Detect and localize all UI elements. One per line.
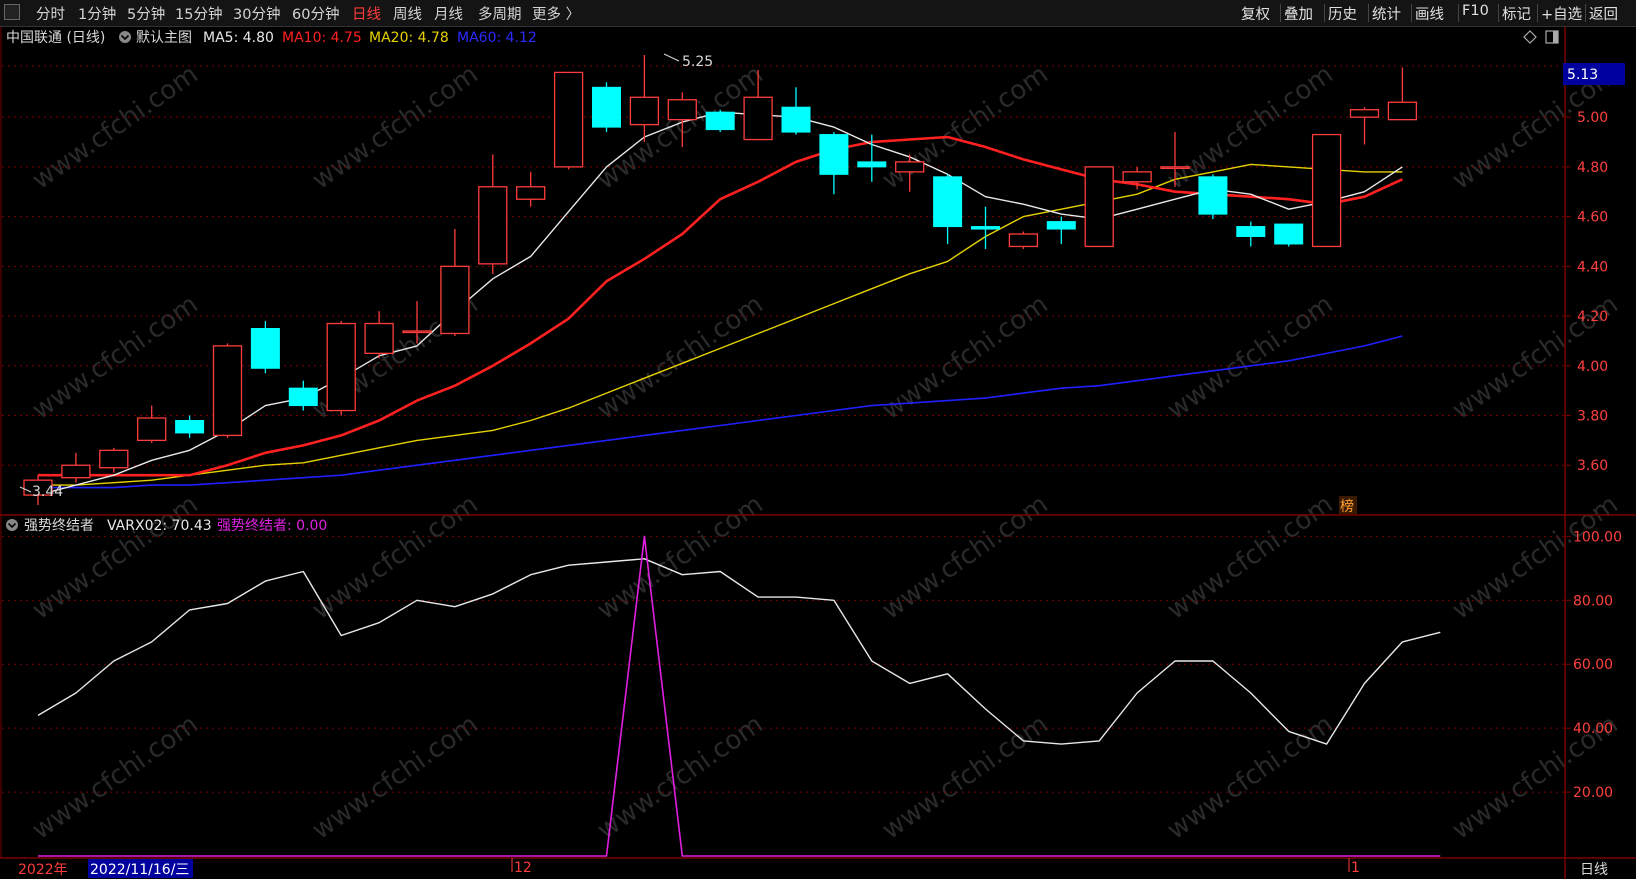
price-tick-label: 4.20 [1577,309,1608,325]
diamond-icon[interactable] [1523,30,1537,44]
watermark-text: www.cfchi.com [1162,289,1339,425]
candlestick-series [23,55,1418,506]
watermark-text: www.cfchi.com [592,709,769,845]
watermark-text: www.cfchi.com [592,289,769,425]
candle-body-up [667,99,697,121]
candle-body-up [61,464,91,479]
candle-body-down [288,387,318,407]
ma5-legend: MA5: 4.80 [203,30,274,46]
candle-body-up [553,71,584,168]
candle-body-up [478,186,508,265]
high-price-pointer [663,53,680,62]
varx02-legend: VARX02: 70.43 [107,518,212,534]
price-tick-label: 3.60 [1577,458,1608,474]
candle-body-down [705,111,735,131]
candle-body-down [971,226,1000,230]
candle-body-down [781,106,811,133]
candle-body-up [1160,166,1190,170]
candle-body-down [857,161,887,168]
time-axis-year: 2022年 [18,862,68,878]
indicator-toggle-icon[interactable] [6,519,18,531]
ma10-legend: MA10: 4.75 [282,30,362,46]
high-price-label: 5.25 [682,54,713,70]
template-toggle-icon[interactable] [119,31,131,43]
ma60-legend: MA60: 4.12 [457,30,537,46]
watermark-text: www.cfchi.com [27,59,204,195]
candle-body-down [1198,176,1228,215]
period-label[interactable]: 日线 [1580,862,1608,878]
candle-body-up [99,449,129,469]
signal-legend: 强势终结者: 0.00 [217,518,327,534]
watermark-text: www.cfchi.com [307,59,484,195]
candle-body-down [250,327,280,369]
candle-body-up [1349,109,1380,118]
watermark-text: www.cfchi.com [592,489,769,625]
candle-body-down [933,176,963,228]
candle-body-up [1387,101,1418,121]
candle-body-up [137,417,167,442]
rank-marker-label: 榜 [1340,498,1354,515]
main-legend: 中国联通 (日线) [6,30,105,46]
candle-body-down [1274,223,1304,245]
watermark-text: www.cfchi.com [27,289,204,425]
watermark-text: www.cfchi.com [877,289,1054,425]
candle-body-up [212,345,243,437]
candle-body-up [516,186,546,200]
watermark-text: www.cfchi.com [1162,709,1339,845]
candle-body-up [629,96,660,126]
candle-body-up [326,322,356,412]
candle-body-up [1008,233,1039,248]
indicator-tick-label: 80.00 [1573,593,1613,609]
candle-body-up [440,265,470,335]
panel-toggle-icon-fill [1553,31,1558,43]
candle-body-up [364,322,394,355]
candle-body-up [1084,166,1114,248]
indicator-name[interactable]: 强势终结者 [24,518,94,534]
candle-body-up [1311,133,1342,248]
candle-body-down [1046,221,1076,230]
watermark-text: www.cfchi.com [27,489,204,625]
low-price-label: 3.44 [32,484,63,500]
watermark-text: www.cfchi.com [1162,489,1339,625]
indicator-tick-label: 20.00 [1573,785,1613,801]
price-tick-label: 4.80 [1577,160,1608,176]
ma10-line [38,135,1403,477]
indicator-tick-label: 60.00 [1573,657,1613,673]
indicator-tick-label: 40.00 [1573,721,1613,737]
watermark-text: www.cfchi.com [27,709,204,845]
candle-body-up [402,330,432,334]
price-tick-label: 4.40 [1577,259,1608,275]
watermark-text: www.cfchi.com [877,59,1054,195]
cursor-date: 2022/11/16/三 [90,862,189,878]
kline-chart: www.cfchi.com www.cfchi.com www.cfchi.com w… [0,27,1636,879]
candle-body-up [895,161,925,173]
watermark-text: www.cfchi.com [877,489,1054,625]
candle-body-down [1236,226,1266,238]
time-axis-jan: 1 [1351,860,1360,876]
candle-body-up [743,96,773,141]
ma20-legend: MA20: 4.78 [369,30,449,46]
candle-body-up [1122,171,1152,183]
candle-body-down [819,134,849,175]
price-tick-label: 4.60 [1577,210,1608,226]
watermark-text: www.cfchi.com [877,709,1054,845]
current-price-value: 5.13 [1567,67,1598,83]
candle-body-down [175,419,205,434]
stock-title: 中国联通 (日线) [6,30,105,46]
template-name[interactable]: 默认主图 [136,30,192,46]
price-tick-label: 4.00 [1577,359,1608,375]
watermark-text: www.cfchi.com [307,709,484,845]
time-axis-dec: 12 [514,860,532,876]
price-tick-label: 5.00 [1577,110,1608,126]
indicator-tick-label: 100.00 [1573,529,1622,545]
price-tick-label: 3.80 [1577,409,1608,425]
candle-body-down [592,86,621,128]
